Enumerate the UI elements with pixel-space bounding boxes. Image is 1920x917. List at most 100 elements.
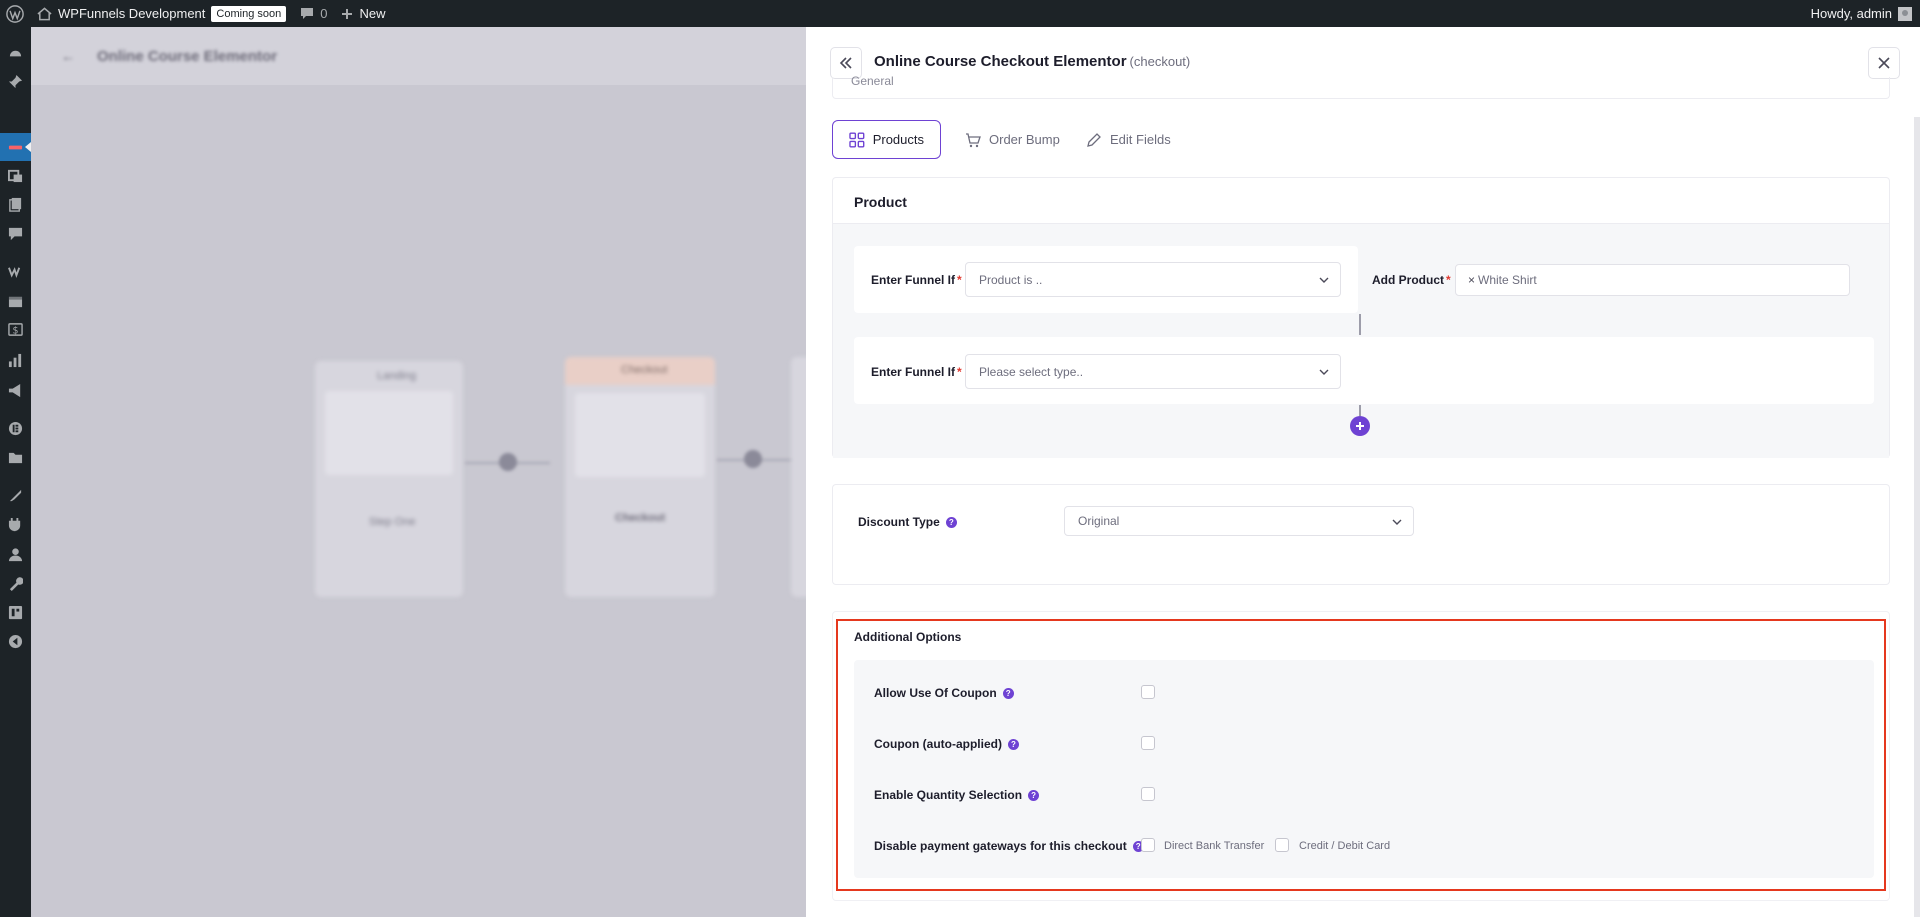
panel-title: Online Course Checkout Elementor (checkou… [874, 53, 1190, 70]
users-icon[interactable] [8, 547, 23, 561]
grid-icon [849, 131, 865, 148]
discount-type-value: Original [1078, 514, 1120, 528]
panel-title-text: Online Course Checkout Elementor [874, 53, 1127, 70]
comments-link[interactable]: 0 [293, 0, 334, 27]
marketing-icon[interactable] [8, 383, 23, 397]
tab-edit-fields[interactable]: Edit Fields [1070, 120, 1187, 159]
pin-icon[interactable] [8, 74, 23, 88]
quantity-selection-label: Enable Quantity Selection? [874, 788, 1040, 802]
templates-icon[interactable] [8, 450, 23, 464]
bank-transfer-label: Direct Bank Transfer [1164, 840, 1265, 852]
cart-icon [966, 132, 981, 147]
discount-type-select[interactable]: Original [1064, 506, 1414, 536]
tab-edit-fields-label: Edit Fields [1110, 132, 1171, 147]
plus-icon [342, 8, 353, 19]
svg-text:$: $ [13, 325, 19, 336]
settings-icon[interactable] [8, 605, 23, 619]
bank-transfer-checkbox[interactable] [1141, 838, 1155, 852]
plus-icon [1356, 422, 1364, 430]
discount-type-label: Discount Type? [858, 515, 957, 529]
chevron-down-icon [1319, 369, 1329, 375]
back-arrow-icon[interactable]: ← [61, 48, 75, 64]
site-name: WPFunnels Development [58, 6, 206, 21]
condition-type-value: Please select type.. [979, 364, 1084, 379]
woocommerce-icon[interactable] [8, 264, 23, 278]
admin-menu: $ [0, 27, 31, 917]
next-step-node[interactable] [791, 357, 806, 597]
allow-coupon-label: Allow Use Of Coupon? [874, 686, 1014, 700]
product-search-input[interactable]: × White Shirt [1455, 264, 1850, 296]
condition-type-select[interactable]: Product is .. [965, 262, 1341, 297]
comments-menu-icon[interactable] [8, 226, 23, 240]
tab-order-bump[interactable]: Order Bump [949, 120, 1076, 159]
pages-icon[interactable] [8, 197, 23, 212]
checkout-step-label: Checkout [621, 364, 668, 376]
general-label[interactable]: General [851, 74, 894, 88]
appearance-icon[interactable] [8, 488, 23, 502]
coming-soon-badge[interactable]: Coming soon [211, 5, 287, 22]
close-icon [1878, 57, 1890, 69]
condition-connector-line [1359, 405, 1361, 416]
help-icon[interactable]: ? [1007, 739, 1019, 751]
checkout-step-node[interactable]: Checkout Checkout [565, 357, 715, 597]
landing-step-name: Step One [369, 516, 416, 528]
allow-coupon-checkbox[interactable] [1141, 685, 1155, 699]
howdy-text: Howdy, admin [1810, 6, 1892, 21]
dashboard-icon[interactable] [8, 46, 23, 60]
site-name-link[interactable]: WPFunnels Development Coming soon [30, 0, 293, 27]
help-icon[interactable]: ? [945, 517, 957, 529]
tools-icon[interactable] [8, 576, 23, 591]
wordpress-logo-icon[interactable] [0, 0, 30, 27]
avatar [1898, 6, 1912, 21]
close-panel-button[interactable] [1868, 47, 1900, 79]
account-menu[interactable]: Howdy, admin [1804, 0, 1920, 27]
chevron-down-icon [1392, 519, 1402, 525]
products-icon[interactable] [8, 294, 23, 308]
help-icon[interactable]: ? [1002, 688, 1014, 700]
auto-coupon-label: Coupon (auto-applied)? [874, 737, 1019, 751]
comment-icon [301, 8, 314, 19]
help-icon[interactable]: ? [1028, 790, 1040, 802]
remove-tag-icon[interactable]: × [1468, 273, 1475, 287]
quantity-selection-checkbox[interactable] [1141, 787, 1155, 801]
connector-dot [499, 453, 517, 471]
auto-coupon-checkbox[interactable] [1141, 736, 1155, 750]
funnel-canvas: ← Online Course Elementor Landing Step O… [31, 27, 806, 917]
tab-products-label: Products [872, 132, 924, 147]
card-payment-label: Credit / Debit Card [1299, 840, 1391, 852]
chevron-down-icon [1319, 277, 1329, 283]
tab-order-bump-label: Order Bump [989, 132, 1060, 147]
plugins-icon[interactable] [8, 517, 23, 531]
new-content-link[interactable]: New [334, 0, 392, 27]
elementor-icon[interactable] [8, 421, 23, 435]
landing-step-node[interactable]: Landing Step One [315, 361, 463, 597]
analytics-icon[interactable] [8, 353, 23, 367]
product-heading: Product [854, 194, 907, 210]
additional-options-heading: Additional Options [854, 630, 962, 644]
home-icon [37, 6, 52, 20]
media-icon[interactable] [8, 168, 23, 182]
tab-products[interactable]: Products [832, 120, 941, 159]
add-product-label: Add Product * [1372, 273, 1451, 287]
payments-icon[interactable]: $ [8, 322, 23, 336]
condition-type-select[interactable]: Please select type.. [965, 354, 1341, 389]
panel-scrollbar[interactable] [1914, 117, 1920, 917]
general-section-strip: General [832, 74, 1890, 99]
condition-type-value: Product is .. [979, 272, 1043, 287]
disable-gateways-label: Disable payment gateways for this checko… [874, 839, 1144, 853]
connector-dot [744, 450, 762, 468]
wpfunnels-icon[interactable] [8, 140, 23, 154]
enter-funnel-if-label: Enter Funnel If * [871, 365, 962, 379]
step-settings-panel: Online Course Checkout Elementor (checkou… [806, 27, 1920, 917]
condition-connector-line [1359, 314, 1361, 335]
product-tag: White Shirt [1478, 273, 1537, 287]
canvas-title: Online Course Elementor [97, 48, 278, 65]
double-chevron-left-icon [839, 57, 852, 69]
landing-step-label: Landing [377, 370, 417, 382]
card-payment-checkbox[interactable] [1275, 838, 1289, 852]
add-condition-button[interactable] [1350, 416, 1370, 436]
collapse-menu-icon[interactable] [8, 634, 23, 648]
checkout-step-name: Checkout [615, 512, 666, 524]
new-label: New [359, 6, 386, 21]
pencil-icon [1087, 132, 1101, 147]
